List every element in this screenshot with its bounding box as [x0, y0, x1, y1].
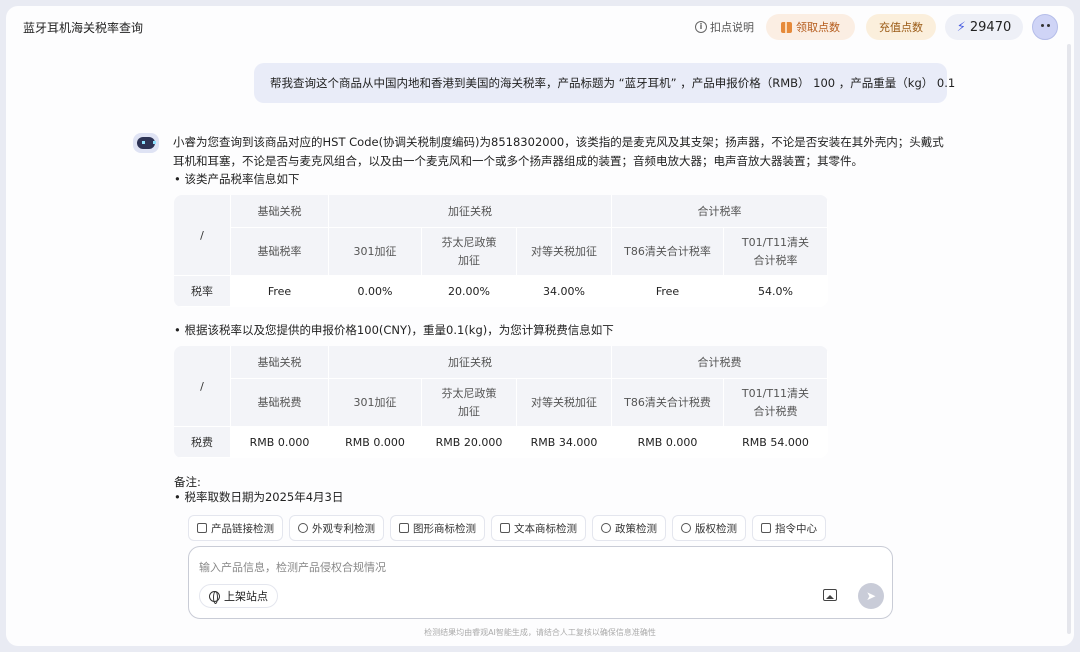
group-header: 加征关税 [329, 346, 612, 379]
command-center-button[interactable]: 指令中心 [752, 515, 826, 541]
product-link-check-button[interactable]: 产品链接检测 [188, 515, 283, 541]
note-title: 备注: [174, 475, 201, 489]
bot-avatar-icon [133, 133, 159, 153]
column-header: 对等关税加征 [517, 379, 612, 427]
text-trademark-check-button[interactable]: 文本商标检测 [491, 515, 586, 541]
globe-icon [209, 590, 220, 604]
tool-label: 指令中心 [775, 522, 817, 535]
user-avatar[interactable] [1032, 14, 1058, 40]
group-header: 基础关税 [231, 346, 329, 379]
document-icon [500, 523, 510, 533]
column-header: T01/T11清关 合计税率 [724, 228, 828, 276]
points-help-link[interactable]: i 扣点说明 [695, 19, 754, 35]
play-icon [298, 523, 308, 533]
rate-table: / 基础关税 加征关税 合计税率 基础税率 301加征 芬太尼政策 加征 对等关… [174, 195, 828, 307]
table-cell: RMB 54.000 [724, 427, 828, 458]
link-icon [197, 523, 207, 533]
column-header: T86清关合计税率 [612, 228, 724, 276]
get-points-label: 领取点数 [796, 21, 840, 34]
grid-icon [761, 523, 771, 533]
recharge-button[interactable]: 充值点数 [866, 14, 936, 40]
policy-check-button[interactable]: 政策检测 [592, 515, 666, 541]
column-header: T01/T11清关 合计税费 [724, 379, 828, 427]
tool-label: 政策检测 [615, 522, 657, 535]
listing-site-label: 上架站点 [224, 590, 268, 603]
send-button[interactable]: ➤ [858, 583, 884, 609]
note-item: • 税率取数日期为2025年4月3日 [174, 490, 344, 504]
table-row: 税费 RMB 0.000 RMB 0.000 RMB 20.000 RMB 34… [174, 427, 828, 458]
column-header: 芬太尼政策 加征 [422, 228, 517, 276]
disclaimer: 检测结果均由睿观AI智能生成，请结合人工复核以确保信息准确性 [424, 628, 656, 637]
table-cell: 34.00% [517, 276, 612, 307]
table-row: 税率 Free 0.00% 20.00% 34.00% Free 54.0% [174, 276, 828, 307]
get-points-button[interactable]: 领取点数 [766, 14, 855, 40]
lightning-icon: ⚡ [956, 19, 966, 35]
graphic-trademark-check-button[interactable]: 图形商标检测 [390, 515, 485, 541]
table-cell: RMB 34.000 [517, 427, 612, 458]
top-bar: 蓝牙耳机海关税率查询 i 扣点说明 领取点数 充值点数 ⚡ 29470 [6, 6, 1074, 50]
tool-label: 文本商标检测 [514, 522, 577, 535]
tool-label: 外观专利检测 [312, 522, 375, 535]
row-label: 税率 [174, 276, 231, 307]
rate-bullet: • 该类产品税率信息如下 [174, 172, 300, 186]
table-corner: / [174, 346, 231, 427]
group-header: 加征关税 [329, 195, 612, 228]
bot-intro: 小睿为您查询到该商品对应的HST Code(协调关税制度编码)为85183020… [173, 135, 944, 168]
tool-bar: 产品链接检测 外观专利检测 图形商标检测 文本商标检测 政策检测 版权检测 指令… [188, 515, 826, 541]
image-upload-icon[interactable] [823, 589, 837, 601]
scrollbar[interactable] [1067, 44, 1071, 634]
shield-icon [601, 523, 611, 533]
group-header: 合计税率 [612, 195, 828, 228]
points-balance: ⚡ 29470 [945, 14, 1023, 40]
tool-label: 产品链接检测 [211, 522, 274, 535]
column-header: 301加征 [329, 228, 422, 276]
app-window: 蓝牙耳机海关税率查询 i 扣点说明 领取点数 充值点数 ⚡ 29470 帮我查询… [6, 6, 1074, 646]
table-cell: RMB 0.000 [329, 427, 422, 458]
table-cell: Free [231, 276, 329, 307]
image-icon [399, 523, 409, 533]
copyright-check-button[interactable]: 版权检测 [672, 515, 746, 541]
column-header: 基础税率 [231, 228, 329, 276]
fee-bullet: • 根据该税率以及您提供的申报价格100(CNY)，重量0.1(kg)，为您计算… [174, 323, 614, 337]
table-cell: 20.00% [422, 276, 517, 307]
tool-label: 图形商标检测 [413, 522, 476, 535]
table-cell: RMB 0.000 [231, 427, 329, 458]
gift-icon [781, 21, 792, 33]
user-message: 帮我查询这个商品从中国内地和香港到美国的海关税率，产品标题为 “蓝牙耳机” ，产… [254, 63, 955, 103]
row-label: 税费 [174, 427, 231, 458]
column-header: 301加征 [329, 379, 422, 427]
listing-site-button[interactable]: 上架站点 [199, 584, 278, 608]
chat-input-placeholder[interactable]: 输入产品信息，检测产品侵权合规情况 [199, 559, 386, 575]
column-header: 基础税费 [231, 379, 329, 427]
group-header: 合计税费 [612, 346, 828, 379]
column-header: 芬太尼政策 加征 [422, 379, 517, 427]
tool-label: 版权检测 [695, 522, 737, 535]
search-icon [681, 523, 691, 533]
page-title: 蓝牙耳机海关税率查询 [23, 21, 144, 35]
table-cell: Free [612, 276, 724, 307]
fee-table: / 基础关税 加征关税 合计税费 基础税费 301加征 芬太尼政策 加征 对等关… [174, 346, 828, 458]
table-cell: 54.0% [724, 276, 828, 307]
design-patent-check-button[interactable]: 外观专利检测 [289, 515, 384, 541]
group-header: 基础关税 [231, 195, 329, 228]
table-cell: 0.00% [329, 276, 422, 307]
column-header: 对等关税加征 [517, 228, 612, 276]
table-corner: / [174, 195, 231, 276]
info-icon: i [695, 21, 707, 33]
recharge-label: 充值点数 [879, 21, 923, 34]
column-header: T86清关合计税费 [612, 379, 724, 427]
points-help-label: 扣点说明 [710, 21, 754, 34]
table-cell: RMB 20.000 [422, 427, 517, 458]
table-cell: RMB 0.000 [612, 427, 724, 458]
points-balance-value: 29470 [969, 19, 1012, 35]
chat-input-box[interactable]: 输入产品信息，检测产品侵权合规情况 上架站点 ➤ [188, 546, 893, 619]
